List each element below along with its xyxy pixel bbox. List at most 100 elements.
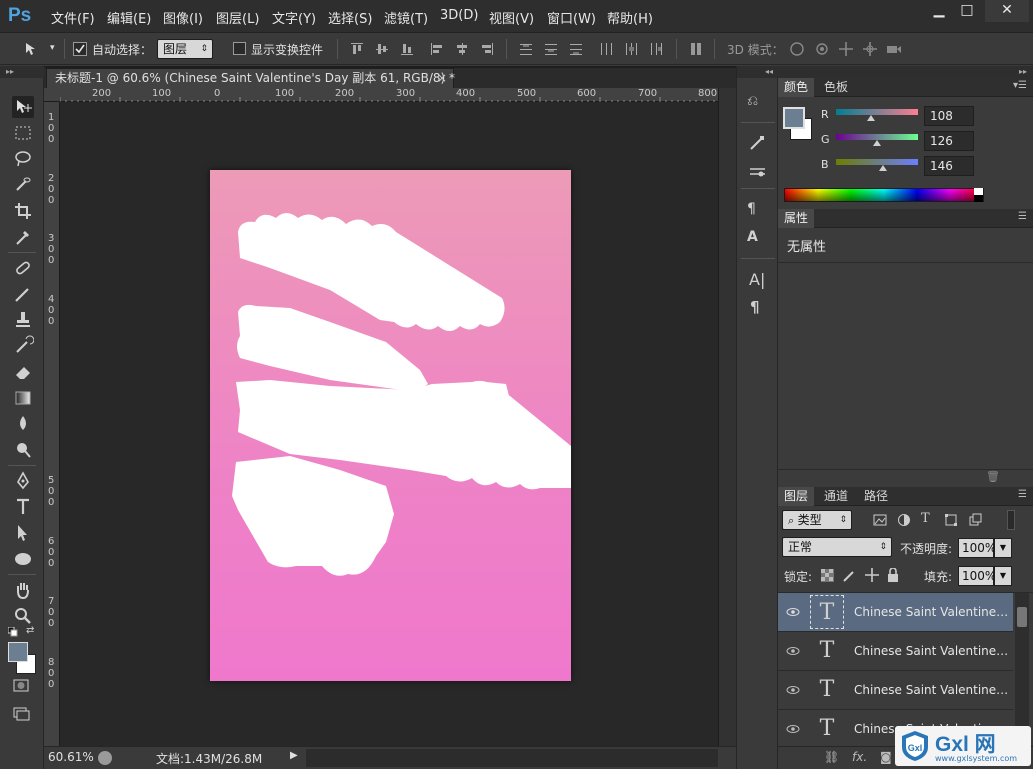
tool-ellipse[interactable] (12, 548, 34, 570)
filter-pixel-icon[interactable] (873, 513, 887, 527)
spectrum-black[interactable] (974, 195, 983, 202)
visibility-eye-icon[interactable] (786, 722, 800, 736)
layer-name[interactable]: Chinese Saint Valentine's ... (854, 644, 1009, 658)
tab-channels[interactable]: 通道 (818, 487, 854, 506)
default-colors-icon[interactable] (7, 626, 20, 637)
align-right-icon[interactable] (479, 41, 495, 57)
panel-menu-icon[interactable]: ▾☰ (1013, 80, 1027, 91)
screen-mode-icon[interactable] (12, 706, 32, 722)
align-bottom-icon[interactable] (399, 41, 415, 57)
trash-icon[interactable]: 🗑 (986, 470, 1000, 483)
menu-type[interactable]: 文字(Y) (272, 8, 316, 27)
green-slider-thumb[interactable] (873, 140, 881, 146)
tab-swatches[interactable]: 色板 (818, 78, 854, 97)
filter-shape-icon[interactable] (944, 513, 958, 527)
distribute-hcenter-icon[interactable] (623, 41, 639, 57)
menu-file[interactable]: 文件(F) (51, 8, 95, 27)
close-window-button[interactable]: ✕ (985, 0, 1029, 22)
status-info-icon[interactable] (98, 751, 112, 765)
tool-preset-arrow[interactable]: ▾ (50, 43, 55, 53)
filter-type-icon[interactable]: T (921, 511, 930, 526)
brush-presets-icon[interactable] (747, 161, 769, 181)
canvas-vertical-scrollbar[interactable] (718, 88, 736, 746)
tool-dodge[interactable] (12, 439, 34, 461)
align-left-icon[interactable] (429, 41, 445, 57)
document-tab[interactable]: 未标题-1 @ 60.6% (Chinese Saint Valentine's… (46, 68, 455, 88)
red-value-input[interactable]: 108 (924, 106, 974, 126)
panel-menu-icon[interactable]: ☰ (1018, 211, 1027, 222)
visibility-eye-icon[interactable] (786, 605, 800, 619)
filter-toggle-switch[interactable] (1007, 510, 1015, 530)
menu-select[interactable]: 选择(S) (328, 8, 372, 27)
tool-history-brush[interactable] (12, 335, 35, 357)
tool-zoom[interactable] (12, 605, 34, 627)
3d-camera-icon[interactable] (886, 41, 902, 57)
blue-slider[interactable] (836, 159, 918, 165)
menu-edit[interactable]: 编辑(E) (107, 8, 151, 27)
fill-dropdown-icon[interactable]: ▼ (994, 566, 1012, 586)
status-menu-arrow-icon[interactable]: ▶ (290, 750, 298, 761)
link-layers-icon[interactable]: ⛓ (824, 750, 839, 764)
distribute-top-icon[interactable] (518, 41, 534, 57)
tool-eraser[interactable] (12, 361, 34, 383)
tool-healing-brush[interactable] (12, 257, 34, 279)
layer-name[interactable]: Chinese Saint Valentine's ... (854, 683, 1009, 697)
auto-select-checkbox[interactable] (73, 42, 87, 56)
opacity-dropdown-icon[interactable]: ▼ (994, 538, 1012, 558)
tool-pen[interactable] (12, 470, 34, 492)
align-top-icon[interactable] (349, 41, 365, 57)
tab-color[interactable]: 颜色 (778, 78, 815, 97)
align-hcenter-icon[interactable] (454, 41, 470, 57)
lock-all-icon[interactable] (887, 568, 899, 582)
menu-help[interactable]: 帮助(H) (607, 8, 653, 27)
show-transform-checkbox[interactable] (233, 42, 246, 55)
quick-mask-icon[interactable] (12, 678, 32, 694)
layer-filter-dropdown[interactable]: ⌕ 类型 ⇕ (782, 510, 852, 530)
tab-layers[interactable]: 图层 (778, 487, 815, 506)
layers-scrollbar-thumb[interactable] (1017, 607, 1027, 627)
move-tool-icon[interactable] (24, 41, 40, 57)
menu-3d[interactable]: 3D(D) (440, 8, 478, 23)
tool-hand[interactable] (12, 579, 34, 601)
3d-slide-icon[interactable] (862, 41, 878, 57)
align-vcenter-icon[interactable] (374, 41, 390, 57)
canvas-horizontal-scrollbar[interactable] (306, 749, 718, 767)
3d-orbit-icon[interactable] (789, 41, 805, 57)
tool-quick-select[interactable] (12, 174, 34, 196)
tool-gradient[interactable] (12, 387, 34, 409)
blend-mode-dropdown[interactable]: 正常 ⇕ (782, 537, 892, 557)
distribute-left-icon[interactable] (598, 41, 614, 57)
tool-type[interactable] (12, 496, 34, 518)
paragraph-styles-icon[interactable]: ¶ (747, 201, 769, 221)
toolbar-collapse[interactable]: ▸▸ (0, 66, 44, 78)
maximize-button[interactable]: □ (951, 0, 983, 22)
layer-row[interactable]: T Chinese Saint Valentine's ... (778, 671, 1013, 710)
3d-roll-icon[interactable] (814, 41, 830, 57)
filter-adjustment-icon[interactable] (897, 513, 911, 527)
visibility-eye-icon[interactable] (786, 644, 800, 658)
distribute-right-icon[interactable] (648, 41, 664, 57)
tool-marquee[interactable] (12, 122, 34, 144)
green-value-input[interactable]: 126 (924, 131, 974, 151)
layer-row[interactable]: T Chinese Saint Valentine's ... (778, 593, 1013, 632)
red-slider[interactable] (836, 109, 918, 115)
menu-filter[interactable]: 滤镜(T) (384, 8, 428, 27)
auto-select-dropdown[interactable]: 图层 ⇕ (157, 39, 213, 59)
paragraph-panel-icon[interactable]: ¶ (750, 298, 772, 318)
visibility-eye-icon[interactable] (786, 683, 800, 697)
spectrum-white[interactable] (974, 188, 983, 195)
tool-clone-stamp[interactable] (12, 309, 34, 331)
foreground-color-swatch[interactable] (8, 642, 28, 662)
opacity-input[interactable]: 100% (958, 538, 996, 558)
dock-collapse[interactable]: ◂◂ (737, 66, 779, 78)
auto-align-icon[interactable] (688, 41, 704, 57)
swap-colors-icon[interactable]: ⇄ (26, 625, 38, 637)
character-styles-icon[interactable]: A (747, 229, 769, 249)
menu-window[interactable]: 窗口(W) (547, 8, 596, 27)
tool-move[interactable] (12, 96, 34, 118)
character-panel-icon[interactable]: A| (749, 270, 771, 290)
tab-paths[interactable]: 路径 (858, 487, 894, 506)
tool-eyedropper[interactable] (12, 226, 34, 248)
tool-blur[interactable] (12, 413, 34, 435)
red-slider-thumb[interactable] (867, 115, 875, 121)
